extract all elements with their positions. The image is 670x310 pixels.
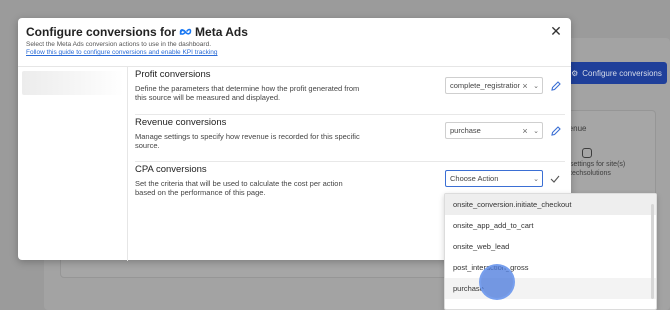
cpa-action-dropdown: onsite_conversion.initiate_checkout onsi… (444, 193, 657, 310)
configure-conversions-label: Configure conversions (582, 68, 662, 78)
modal-subtitle: Select the Meta Ads conversion actions t… (26, 41, 212, 48)
revenue-conversions-description: Manage settings to specify how revenue i… (135, 132, 360, 150)
settings-icon (582, 148, 592, 158)
dropdown-option[interactable]: post_interaction_gross (445, 257, 656, 278)
sidebar (18, 67, 128, 261)
background-settings-text: settings for site(s) techsolutions (570, 160, 625, 178)
cpa-conversions-description: Set the criteria that will be used to ca… (135, 179, 343, 197)
dropdown-scrollbar[interactable] (651, 204, 654, 299)
settings-text-line-2: techsolutions (570, 170, 611, 177)
dropdown-option[interactable]: onsite_app_add_to_cart (445, 215, 656, 236)
sidebar-item-source[interactable] (22, 71, 124, 95)
revenue-conversions-value: purchase (450, 126, 481, 135)
profit-conversions-value: complete_registration (450, 81, 520, 90)
revenue-conversions-select[interactable]: purchase × ⌄ (445, 122, 543, 139)
chevron-down-icon[interactable]: ⌄ (530, 175, 542, 183)
cpa-conversions-placeholder: Choose Action (450, 174, 499, 183)
edit-icon[interactable] (550, 125, 562, 137)
guide-link[interactable]: Follow this guide to configure conversio… (26, 49, 248, 56)
edit-icon[interactable] (550, 80, 562, 92)
dropdown-option[interactable]: onsite_web_lead (445, 236, 656, 257)
modal-header: Configure conversions for Meta Ads Selec… (26, 25, 248, 56)
clear-icon[interactable]: × (520, 81, 530, 91)
chevron-down-icon[interactable]: ⌄ (530, 127, 542, 135)
dropdown-option[interactable]: purchase (445, 278, 656, 299)
cpa-conversions-select[interactable]: Choose Action ⌄ (445, 170, 543, 187)
profit-conversions-description: Define the parameters that determine how… (135, 84, 360, 102)
settings-text-line-1: settings for site(s) (570, 161, 626, 168)
click-indicator (479, 264, 515, 300)
profit-conversions-select[interactable]: complete_registration × ⌄ (445, 77, 543, 94)
check-icon[interactable] (549, 173, 561, 185)
platform-name: Meta Ads (195, 25, 248, 39)
modal-title-prefix: Configure conversions for (26, 25, 177, 39)
dropdown-option[interactable]: onsite_conversion.initiate_checkout (445, 194, 656, 215)
close-button[interactable]: ✕ (549, 24, 563, 38)
close-icon: ✕ (550, 23, 562, 39)
gear-icon: ⚙ (571, 68, 579, 78)
meta-logo-icon (179, 28, 192, 36)
chevron-down-icon[interactable]: ⌄ (530, 82, 542, 90)
clear-icon[interactable]: × (520, 126, 530, 136)
modal-title: Configure conversions for Meta Ads (26, 25, 248, 39)
configure-conversions-button[interactable]: ⚙ Configure conversions (566, 62, 667, 84)
